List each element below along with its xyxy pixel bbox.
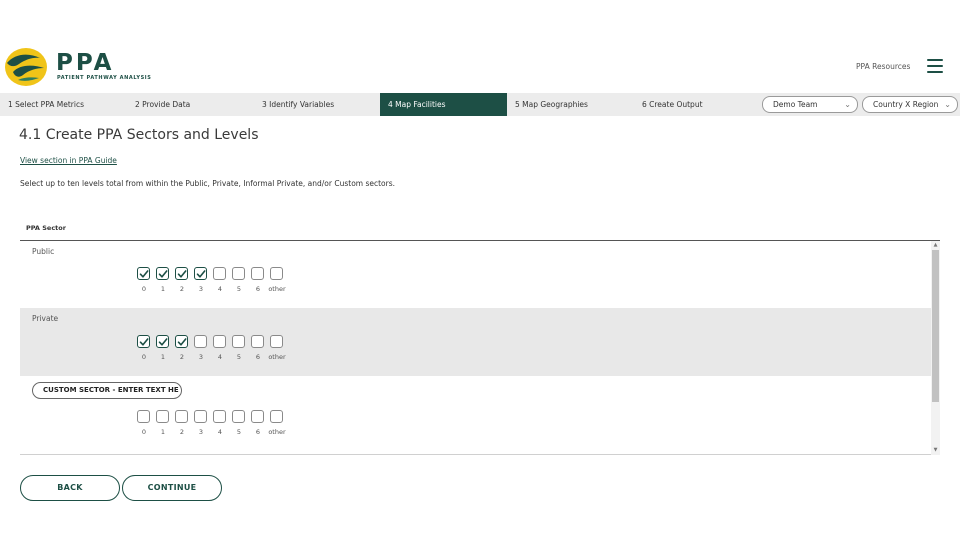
back-button[interactable]: BACK: [20, 475, 120, 501]
step-map-facilities[interactable]: 4 Map Facilities: [380, 93, 507, 116]
level-checkbox-2[interactable]: [175, 335, 188, 348]
sector-label: Private: [32, 314, 59, 323]
level-checkbox-0[interactable]: [137, 267, 150, 280]
region-select-value: Country X Region: [873, 100, 939, 109]
app-title: PPA: [56, 50, 115, 76]
level-label: other: [268, 285, 286, 293]
step-select-ppa-metrics[interactable]: 1 Select PPA Metrics: [0, 93, 127, 116]
column-header-ppa-sector: PPA Sector: [26, 224, 66, 232]
app-header: PPA PATIENT PATHWAY ANALYSIS PPA Resourc…: [0, 0, 960, 93]
level-checkbox-3[interactable]: [194, 267, 207, 280]
level-checkbox-other[interactable]: [270, 410, 283, 423]
level-checkbox-6[interactable]: [251, 267, 264, 280]
level-checkbox-1[interactable]: [156, 267, 169, 280]
region-select[interactable]: Country X Region ⌄: [862, 96, 958, 113]
scroll-down-icon[interactable]: ▼: [932, 447, 939, 454]
sector-label: Public: [32, 247, 55, 256]
level-checkbox-other[interactable]: [270, 267, 283, 280]
table-scrollbar[interactable]: ▲ ▼: [931, 241, 940, 455]
step-provide-data[interactable]: 2 Provide Data: [127, 93, 254, 116]
continue-button[interactable]: CONTINUE: [122, 475, 222, 501]
scroll-thumb[interactable]: [932, 250, 939, 402]
ppa-guide-link[interactable]: View section in PPA Guide: [20, 156, 117, 165]
custom-sector-input[interactable]: CUSTOM SECTOR - ENTER TEXT HE: [32, 382, 182, 399]
chevron-down-icon: ⌄: [844, 100, 851, 109]
level-checkbox-5[interactable]: [232, 410, 245, 423]
checkmark-icon: [139, 338, 149, 346]
checkmark-icon: [196, 270, 206, 278]
ppa-logo-icon: [4, 46, 50, 88]
level-checkbox-1[interactable]: [156, 335, 169, 348]
checkmark-icon: [158, 338, 168, 346]
sector-row-custom: CUSTOM SECTOR - ENTER TEXT HE 0 1 2 3 4 5 6 oth…: [20, 376, 931, 454]
table-header: PPA Sector: [20, 221, 940, 241]
sector-table: Public 0 1 2 3 4 5 6 other Private 0 1 2 3 4 5 6 other…: [20, 241, 940, 455]
sector-row-public: Public 0 1 2 3 4 5 6 other: [20, 241, 931, 308]
level-checkbox-5[interactable]: [232, 335, 245, 348]
level-checkbox-0[interactable]: [137, 410, 150, 423]
scroll-up-icon[interactable]: ▲: [932, 242, 939, 249]
level-checkbox-other[interactable]: [270, 335, 283, 348]
team-select[interactable]: Demo Team ⌄: [762, 96, 858, 113]
level-checkbox-4[interactable]: [213, 410, 226, 423]
instructions-text: Select up to ten levels total from withi…: [20, 179, 396, 188]
checkmark-icon: [177, 270, 187, 278]
level-checkbox-1[interactable]: [156, 410, 169, 423]
page-title: 4.1 Create PPA Sectors and Levels: [19, 127, 259, 143]
checkmark-icon: [158, 270, 168, 278]
level-checkbox-2[interactable]: [175, 410, 188, 423]
level-checkbox-0[interactable]: [137, 335, 150, 348]
level-label: other: [268, 428, 286, 436]
checkmark-icon: [139, 270, 149, 278]
step-map-geographies[interactable]: 5 Map Geographies: [507, 93, 634, 116]
level-checkbox-2[interactable]: [175, 267, 188, 280]
level-checkbox-4[interactable]: [213, 335, 226, 348]
level-checkbox-3[interactable]: [194, 410, 207, 423]
step-create-output[interactable]: 6 Create Output: [634, 93, 761, 116]
level-label: other: [268, 353, 286, 361]
chevron-down-icon: ⌄: [944, 100, 951, 109]
step-identify-variables[interactable]: 3 Identify Variables: [254, 93, 381, 116]
checkmark-icon: [177, 338, 187, 346]
level-checkbox-6[interactable]: [251, 410, 264, 423]
level-checkbox-6[interactable]: [251, 335, 264, 348]
team-select-value: Demo Team: [773, 100, 818, 109]
menu-icon[interactable]: [927, 59, 943, 74]
app-subtitle: PATIENT PATHWAY ANALYSIS: [57, 75, 152, 81]
level-checkbox-5[interactable]: [232, 267, 245, 280]
sector-row-private: Private 0 1 2 3 4 5 6 other: [20, 308, 931, 376]
level-checkbox-3[interactable]: [194, 335, 207, 348]
level-checkbox-4[interactable]: [213, 267, 226, 280]
ppa-resources-link[interactable]: PPA Resources: [856, 62, 910, 71]
